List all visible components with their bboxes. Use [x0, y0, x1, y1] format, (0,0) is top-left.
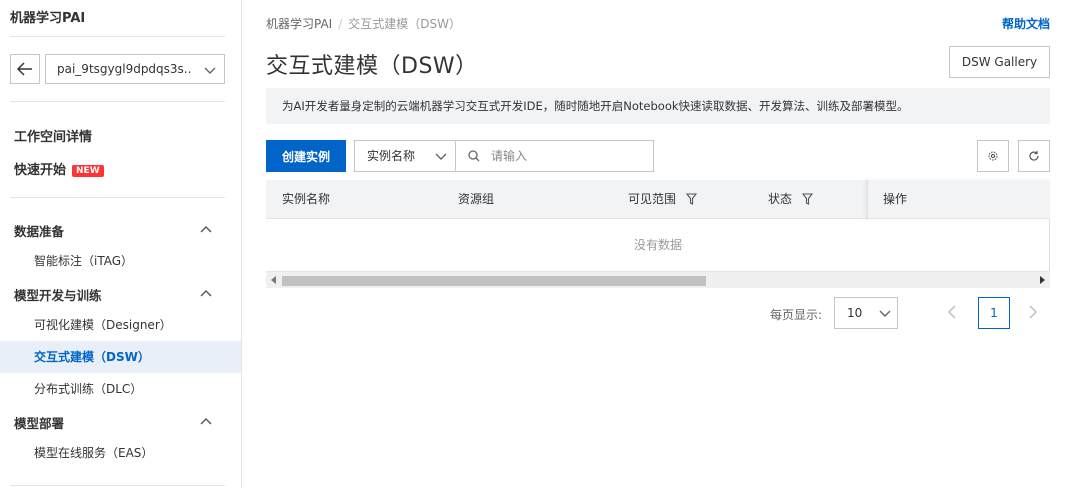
- chevron-up-icon: [200, 226, 212, 233]
- column-header-actions: 操作: [867, 180, 1050, 219]
- divider: [10, 101, 225, 102]
- divider: [10, 485, 225, 486]
- new-badge: NEW: [72, 165, 104, 177]
- column-header-visibility: 可见范围: [628, 180, 697, 219]
- table-header: 实例名称 资源组 可见范围 状态 操作: [266, 180, 1050, 219]
- horizontal-scrollbar[interactable]: [266, 271, 1050, 288]
- prev-page-icon[interactable]: [946, 304, 958, 320]
- refresh-icon: [1029, 151, 1039, 161]
- sidebar: 机器学习PAI pai_9tsgygl9dpdqs3s... 工作空间详情 快速…: [0, 0, 242, 488]
- chevron-up-icon: [200, 290, 212, 297]
- column-header-name: 实例名称: [282, 192, 331, 206]
- chevron-down-icon: [204, 67, 216, 74]
- column-header-label: 状态: [768, 192, 793, 206]
- scroll-right-icon[interactable]: [1039, 276, 1045, 284]
- divider: [1049, 219, 1050, 271]
- app-title: 机器学习PAI: [10, 11, 86, 26]
- breadcrumb-link[interactable]: 机器学习PAI: [266, 17, 332, 31]
- empty-state-text: 没有数据: [633, 238, 682, 252]
- page-size-value: 10: [847, 306, 863, 320]
- sidebar-item-dlc[interactable]: 分布式训练（DLC）: [0, 373, 241, 405]
- create-instance-button[interactable]: 创建实例: [266, 140, 346, 172]
- filter-icon[interactable]: [801, 193, 813, 205]
- main-content: 机器学习PAI / 交互式建模（DSW） 帮助文档 交互式建模（DSW） DSW G…: [243, 0, 1071, 488]
- divider: [10, 36, 225, 37]
- column-header-label: 可见范围: [628, 192, 677, 206]
- workspace-name: pai_9tsgygl9dpdqs3s...: [57, 62, 192, 76]
- breadcrumb-separator: /: [338, 17, 343, 31]
- intro-notice: 为AI开发者量身定制的云端机器学习交互式开发IDE，随时随地开启Notebook…: [266, 88, 1050, 124]
- filter-field-value: 实例名称: [367, 149, 416, 163]
- dsw-gallery-button[interactable]: DSW Gallery: [949, 46, 1050, 78]
- back-button[interactable]: [10, 54, 40, 84]
- instance-table: 实例名称 资源组 可见范围 状态 操作 没有数据: [266, 180, 1050, 290]
- search-box: [455, 140, 654, 172]
- sidebar-item-workspace-details[interactable]: 工作空间详情: [14, 126, 92, 145]
- search-icon: [468, 150, 480, 162]
- sidebar-item-label: 快速开始: [14, 163, 67, 178]
- filter-field-select[interactable]: 实例名称: [354, 140, 456, 172]
- page-size-label: 每页显示:: [770, 308, 823, 322]
- chevron-up-icon: [200, 418, 212, 425]
- scrollbar-thumb[interactable]: [282, 276, 706, 286]
- chevron-down-icon: [435, 153, 447, 160]
- workspace-select[interactable]: pai_9tsgygl9dpdqs3s...: [45, 54, 225, 84]
- arrow-left-icon: [17, 62, 32, 76]
- next-page-icon[interactable]: [1027, 304, 1039, 320]
- sidebar-item-label: 工作空间详情: [14, 130, 93, 145]
- nav-group-label: 数据准备: [14, 224, 65, 239]
- sidebar-item-eas[interactable]: 模型在线服务（EAS）: [0, 437, 241, 469]
- refresh-button[interactable]: [1018, 140, 1050, 172]
- sidebar-item-dsw[interactable]: 交互式建模（DSW）: [0, 341, 241, 373]
- sidebar-item-quick-start[interactable]: 快速开始 NEW: [14, 159, 104, 178]
- nav-group-data-prep[interactable]: 数据准备: [14, 221, 216, 241]
- chevron-down-icon: [879, 310, 891, 317]
- nav-group-label: 模型开发与训练: [14, 288, 102, 303]
- nav-group-label: 模型部署: [14, 416, 65, 431]
- sidebar-item-itag[interactable]: 智能标注（iTAG）: [0, 245, 241, 277]
- divider: [10, 197, 225, 198]
- filter-icon[interactable]: [685, 193, 697, 205]
- help-docs-link[interactable]: 帮助文档: [1002, 15, 1050, 32]
- breadcrumb: 机器学习PAI / 交互式建模（DSW）: [266, 15, 461, 32]
- nav-group-deploy[interactable]: 模型部署: [14, 413, 216, 433]
- page-size-select[interactable]: 10: [834, 297, 898, 329]
- nav-group-model-dev[interactable]: 模型开发与训练: [14, 285, 216, 305]
- search-input[interactable]: [491, 147, 641, 165]
- settings-button[interactable]: [977, 140, 1009, 172]
- sidebar-item-designer[interactable]: 可视化建模（Designer）: [0, 309, 241, 341]
- breadcrumb-current: 交互式建模（DSW）: [348, 17, 461, 31]
- page-title: 交互式建模（DSW）: [266, 54, 478, 79]
- page-button-current[interactable]: 1: [978, 297, 1010, 329]
- column-header-status: 状态: [768, 180, 813, 219]
- scroll-left-icon[interactable]: [271, 276, 277, 284]
- gear-icon: [988, 151, 998, 161]
- column-header-resource-group: 资源组: [458, 192, 495, 206]
